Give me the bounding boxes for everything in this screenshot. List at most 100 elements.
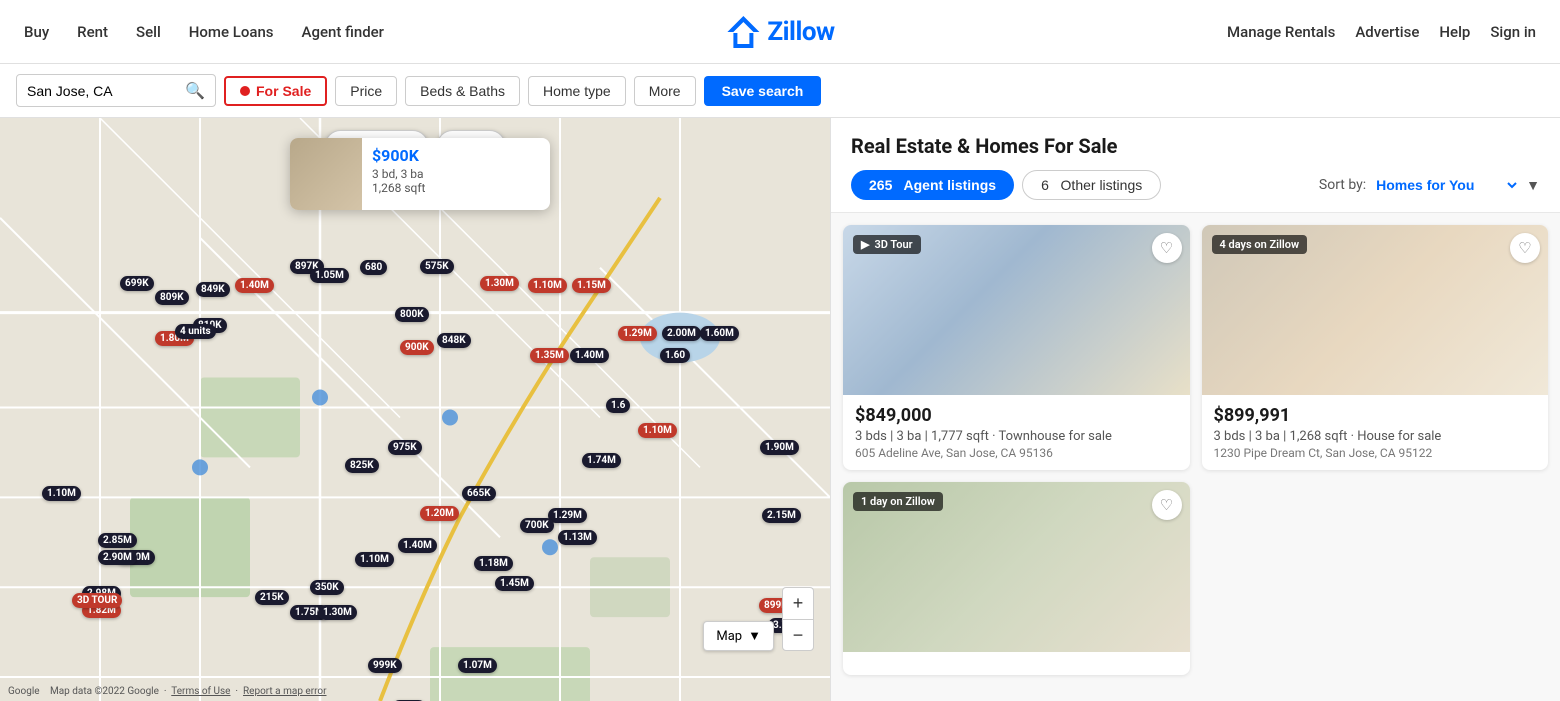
map-container[interactable]: Schools ▼ Draw $900K 3 bd, 3 ba 1,268 sq… [0,118,830,701]
price-pin-5[interactable]: 1.05M [310,268,349,283]
navbar: Buy Rent Sell Home Loans Agent finder Zi… [0,0,1560,64]
zillow-logo[interactable]: Zillow [725,14,834,50]
card-specs-1: 3 bds | 3 ba | 1,777 sqft · Townhouse fo… [855,429,1178,444]
main-layout: Schools ▼ Draw $900K 3 bd, 3 ba 1,268 sq… [0,118,1560,701]
home-type-button[interactable]: Home type [528,76,626,106]
card-price-1: $849,000 [855,405,1178,426]
price-pin-31[interactable]: 825K [345,458,379,473]
other-listings-tab[interactable]: 6 Other listings [1022,170,1161,200]
card-address-1: 605 Adeline Ave, San Jose, CA 95136 [855,446,1178,460]
price-pin-15[interactable]: 848K [437,333,471,348]
nav-help[interactable]: Help [1439,23,1470,41]
price-pin-20[interactable]: 1.40M [570,348,609,363]
nav-sign-in[interactable]: Sign in [1490,23,1536,41]
price-pin-14[interactable]: 800K [395,307,429,322]
price-pin-51[interactable]: 1.07M [458,658,497,673]
price-pin-19[interactable]: 1.35M [530,348,569,363]
listing-card-1[interactable]: ▶ 3D Tour ♡ $849,000 3 bds | 3 ba | 1,77… [843,225,1190,470]
price-pin-26[interactable]: 700K [520,518,554,533]
listing-card-3[interactable]: 1 day on Zillow ♡ [843,482,1190,675]
sort-chevron-icon: ▼ [1526,177,1540,194]
card-badge-3: 1 day on Zillow [853,492,943,511]
price-pin-42[interactable]: 1.10M [42,486,81,501]
price-pin-25[interactable]: 1.29M [548,508,587,523]
price-pin-0[interactable]: 699K [120,276,154,291]
price-pin-34[interactable]: 1.40M [398,538,437,553]
beds-baths-button[interactable]: Beds & Baths [405,76,520,106]
nav-sell[interactable]: Sell [136,23,161,41]
price-pin-33[interactable]: 1.20M [420,506,459,521]
price-pin-8[interactable]: 1.30M [480,276,519,291]
sort-select[interactable]: Homes for You Newest Price (High to Low)… [1372,176,1520,194]
popup-image [290,138,362,210]
popup-details: 3 bd, 3 ba [372,167,425,181]
price-pin-13[interactable]: 1.60M [700,326,739,341]
price-pin-50[interactable]: 999K [368,658,402,673]
price-pin-48[interactable]: 3D TOUR [72,593,122,608]
price-pin-10[interactable]: 1.15M [572,278,611,293]
price-pin-12[interactable]: 2.00M [662,326,701,341]
listing-card-2[interactable]: 4 days on Zillow ♡ $899,991 3 bds | 3 ba… [1202,225,1549,470]
google-attribution: Google [8,686,40,697]
save-search-button[interactable]: Save search [704,76,822,106]
nav-home-loans[interactable]: Home Loans [189,23,274,41]
price-pin-2[interactable]: 849K [196,282,230,297]
nav-agent-finder[interactable]: Agent finder [302,23,384,41]
price-pin-16[interactable]: 900K [400,340,434,355]
favorite-button-1[interactable]: ♡ [1152,233,1182,263]
more-button[interactable]: More [634,76,696,106]
price-pin-1[interactable]: 809K [155,290,189,305]
nav-manage-rentals[interactable]: Manage Rentals [1227,23,1335,41]
sort-wrap: Sort by: Homes for You Newest Price (Hig… [1319,176,1540,194]
price-pin-28[interactable]: 1.90M [760,440,799,455]
price-pin-30[interactable]: 975K [388,440,422,455]
zoom-in-button[interactable]: + [782,587,814,619]
nav-buy[interactable]: Buy [24,23,49,41]
listing-popup[interactable]: $900K 3 bd, 3 ba 1,268 sqft [290,138,550,210]
price-pin-29[interactable]: 2.15M [762,508,801,523]
zillow-logo-icon [725,14,761,50]
favorite-button-2[interactable]: ♡ [1510,233,1540,263]
favorite-button-3[interactable]: ♡ [1152,490,1182,520]
price-pin-3[interactable]: 1.40M [235,278,274,293]
price-pin-9[interactable]: 1.10M [528,278,567,293]
price-pin-35[interactable]: 1.10M [355,552,394,567]
search-icon[interactable]: 🔍 [185,81,205,100]
agent-listings-tab[interactable]: 265 Agent listings [851,170,1014,200]
sort-label: Sort by: [1319,177,1366,193]
price-pin-41[interactable]: 1.30M [318,605,357,620]
map-type-button[interactable]: Map ▼ [703,621,774,651]
agent-count: 265 [869,177,892,193]
price-pin-32[interactable]: 665K [462,486,496,501]
price-pin-21[interactable]: 1.60 [660,348,690,363]
price-pin-11[interactable]: 1.29M [618,326,657,341]
price-pin-27[interactable]: 1.13M [558,530,597,545]
price-pin-7[interactable]: 575K [420,259,454,274]
map-type-label: Map [716,629,742,644]
price-pin-45[interactable]: 2.90M [98,550,137,565]
search-input[interactable] [27,83,177,99]
zillow-wordmark: Zillow [767,17,834,47]
price-pin-22[interactable]: 1.10M [638,423,677,438]
price-pin-59[interactable]: 4 units [175,324,216,339]
search-input-wrap[interactable]: 🔍 [16,74,216,107]
price-pin-39[interactable]: 215K [255,590,289,605]
card-badge-1: ▶ 3D Tour [853,235,921,254]
nav-right: Manage Rentals Advertise Help Sign in [1227,23,1536,41]
card-address-2: 1230 Pipe Dream Ct, San Jose, CA 95122 [1214,446,1537,460]
price-pin-36[interactable]: 350K [310,580,344,595]
nav-advertise[interactable]: Advertise [1355,23,1419,41]
zoom-out-button[interactable]: − [782,619,814,651]
cards-grid: ▶ 3D Tour ♡ $849,000 3 bds | 3 ba | 1,77… [831,213,1560,687]
price-pin-6[interactable]: 680 [360,260,387,275]
price-button[interactable]: Price [335,76,397,106]
price-pin-38[interactable]: 1.18M [474,556,513,571]
nav-rent[interactable]: Rent [77,23,108,41]
price-pin-43[interactable]: 2.85M [98,533,137,548]
loading-indicator: Loading... [831,687,1560,701]
agent-label: Agent listings [904,177,997,193]
price-pin-23[interactable]: 1.6 [606,398,630,413]
for-sale-button[interactable]: For Sale [224,76,327,106]
price-pin-24[interactable]: 1.74M [582,453,621,468]
price-pin-37[interactable]: 1.45M [495,576,534,591]
